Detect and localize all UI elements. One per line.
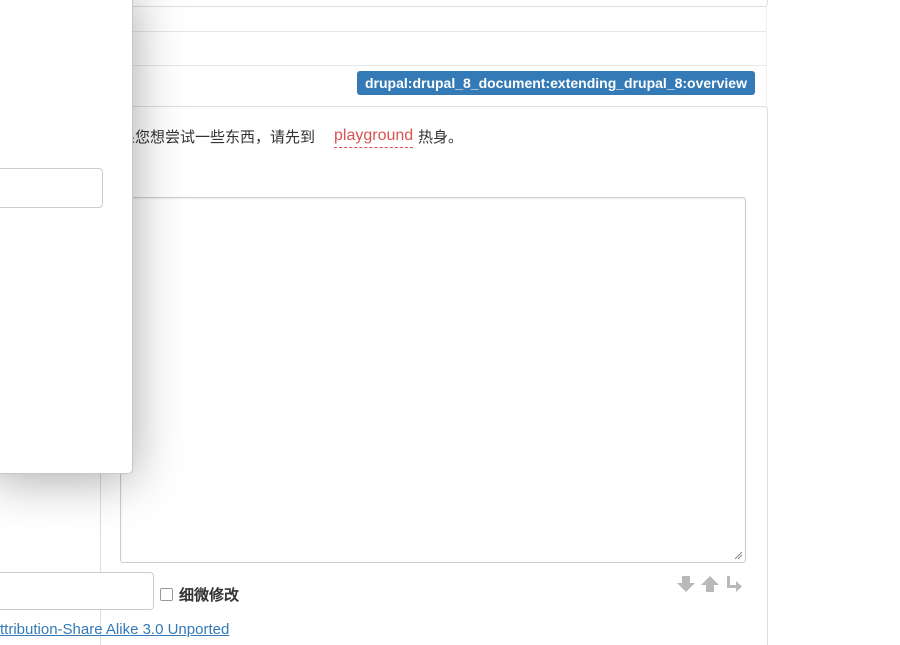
top-card bbox=[100, 0, 768, 7]
arrow-up-icon[interactable] bbox=[699, 574, 721, 594]
divider bbox=[100, 31, 766, 32]
intro-text-before: 果您想尝试一些东西，请先到 bbox=[120, 128, 316, 146]
dialog-input[interactable] bbox=[0, 168, 103, 208]
wiki-text-editor[interactable] bbox=[120, 197, 746, 563]
minor-edit-toggle[interactable]: 细微修改 bbox=[160, 584, 239, 604]
minor-edit-checkbox[interactable] bbox=[160, 587, 173, 601]
page-id-badge: drupal:drupal_8_document:extending_drupa… bbox=[357, 71, 755, 95]
minor-edit-label: 细微修改 bbox=[179, 585, 240, 604]
resize-grip-icon[interactable] bbox=[734, 551, 743, 560]
intro-text-after: 热身。 bbox=[418, 128, 464, 146]
arrow-down-icon[interactable] bbox=[675, 574, 697, 594]
editor-size-controls bbox=[675, 574, 747, 594]
playground-link[interactable]: playground bbox=[334, 125, 414, 148]
overlay-dialog bbox=[0, 0, 133, 474]
license-link[interactable]: ttribution-Share Alike 3.0 Unported bbox=[0, 621, 229, 638]
page: drupal:drupal_8_document:extending_drupa… bbox=[0, 0, 900, 645]
edit-summary-input[interactable] bbox=[0, 572, 154, 610]
wrap-icon[interactable] bbox=[723, 574, 745, 594]
divider bbox=[100, 65, 766, 66]
